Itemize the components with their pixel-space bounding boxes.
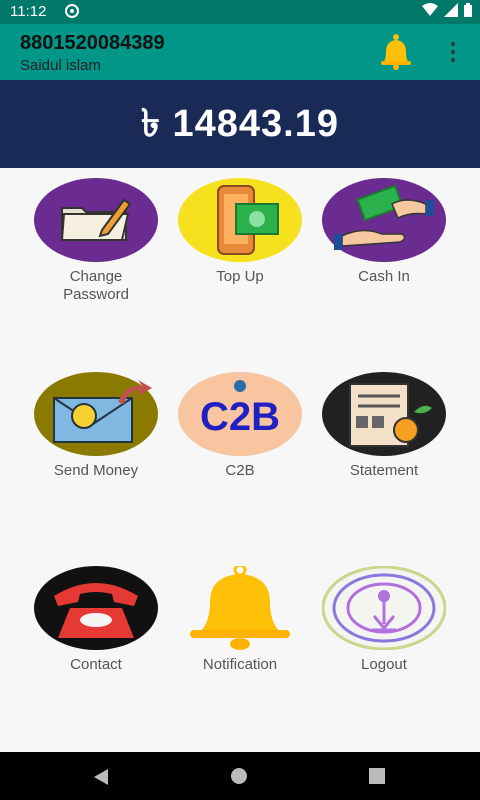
app-bar: 8801520084389 Saidul islam: [0, 24, 480, 80]
account-phone: 8801520084389: [20, 32, 165, 54]
menu-send-money[interactable]: Send Money: [24, 372, 168, 480]
status-icons: [422, 3, 472, 21]
status-time: 11:12: [10, 3, 47, 20]
menu-label: Top Up: [216, 268, 264, 285]
menu-logout[interactable]: Logout: [312, 566, 456, 674]
home-icon[interactable]: [231, 768, 247, 784]
mobile-topup-icon: [178, 178, 302, 262]
notification-bell-icon[interactable]: [376, 32, 416, 72]
menu-label: Cash In: [358, 268, 410, 285]
menu-label: Send Money: [53, 462, 139, 479]
menu-label: Notification: [202, 656, 278, 673]
cash-hand-icon: [322, 178, 446, 262]
menu-label: Change Password: [63, 268, 129, 303]
account-name: Saidul islam: [20, 57, 101, 74]
wifi-icon: [422, 3, 438, 21]
menu-label: Contact: [70, 656, 122, 673]
menu-contact[interactable]: Contact: [24, 566, 168, 674]
menu-change-password[interactable]: Change Password: [24, 178, 168, 304]
c2b-text: C2B: [200, 395, 280, 439]
send-envelope-icon: [34, 372, 158, 456]
menu-c2b[interactable]: C2B C2B: [168, 372, 312, 480]
balance-display: ৳ 14843.19: [0, 80, 480, 168]
bell-icon: [190, 566, 290, 650]
menu-statement[interactable]: Statement: [312, 372, 456, 480]
back-icon[interactable]: [92, 768, 110, 791]
logout-icon: [322, 566, 446, 650]
sync-icon: [64, 3, 80, 23]
c2b-icon: C2B: [178, 372, 302, 456]
folder-edit-icon: [34, 178, 158, 262]
menu-cash-in[interactable]: Cash In: [312, 178, 456, 286]
recent-apps-icon[interactable]: [369, 768, 385, 784]
menu-label: Statement: [349, 462, 419, 479]
signal-icon: [444, 3, 458, 21]
menu-label: C2B: [225, 462, 255, 479]
more-options-icon[interactable]: [446, 38, 460, 66]
menu-top-up[interactable]: Top Up: [168, 178, 312, 286]
menu-notification[interactable]: Notification: [168, 566, 312, 674]
system-nav-bar: [0, 752, 480, 800]
menu-grid: Change Password Top Up Cash In Send Mone…: [0, 168, 480, 752]
statement-icon: [322, 372, 446, 456]
telephone-icon: [34, 566, 158, 650]
menu-label: Logout: [361, 656, 407, 673]
status-bar: 11:12: [0, 0, 480, 24]
battery-icon: [464, 3, 472, 21]
